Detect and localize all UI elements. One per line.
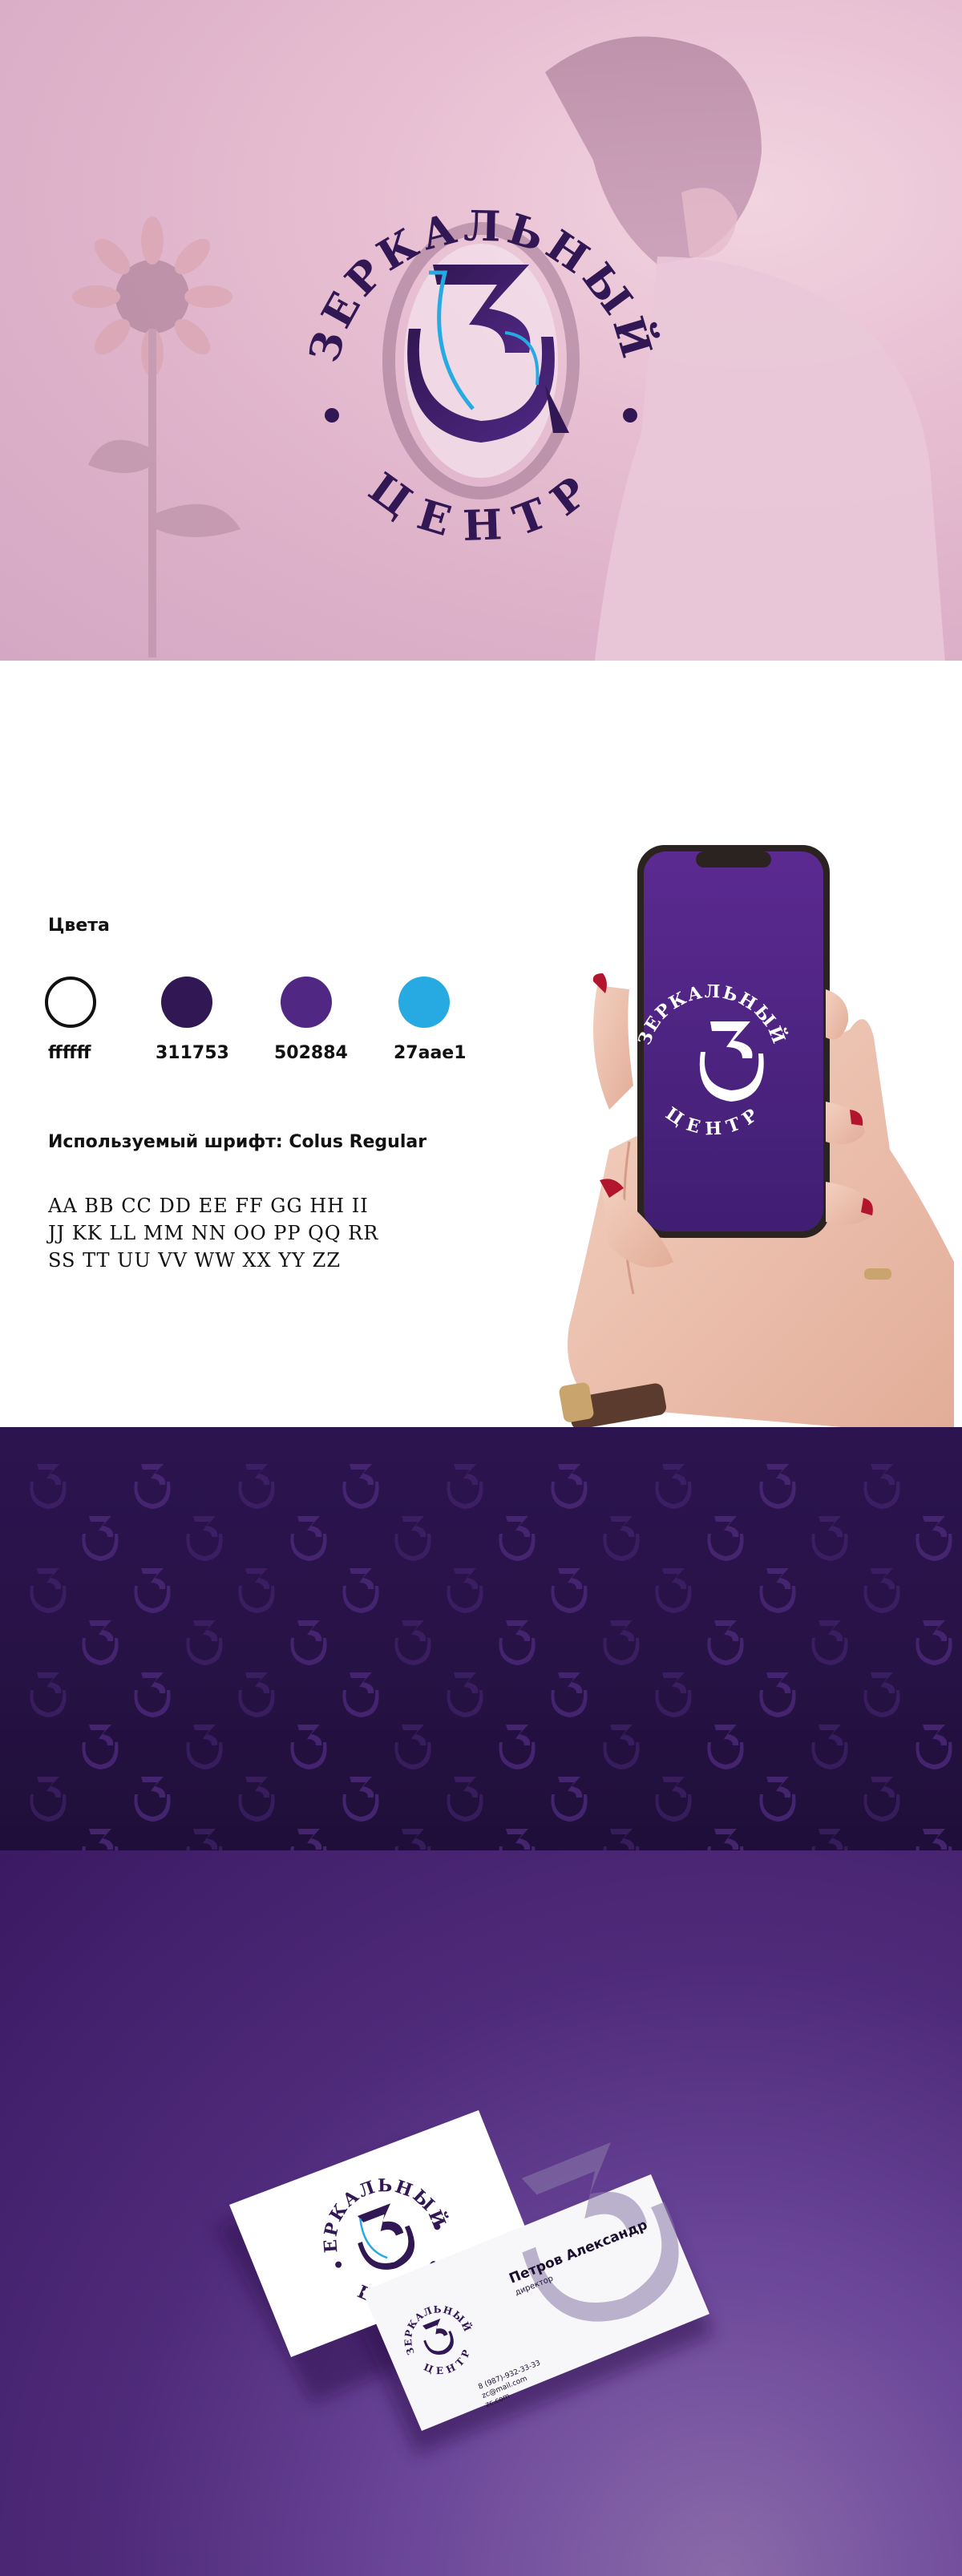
- hero-section: ЗЕРКАЛЬНЫЙ ЦЕНТР: [0, 0, 962, 661]
- pattern-monogram-icon: [394, 1725, 431, 1769]
- pattern-monogram-icon: [30, 1568, 67, 1613]
- pattern-monogram-icon: [290, 1829, 327, 1850]
- pattern-monogram-icon: [551, 1672, 588, 1717]
- pattern-monogram-icon: [134, 1672, 171, 1717]
- pattern-monogram-icon: [394, 1516, 431, 1561]
- pattern-monogram-icon: [238, 1568, 275, 1613]
- pattern-monogram-icon: [655, 1464, 692, 1509]
- pattern-monogram-icon: [759, 1672, 796, 1717]
- pattern-monogram-icon: [238, 1672, 275, 1717]
- color-label-cyan: 27aae1: [394, 1043, 467, 1063]
- pattern-monogram-icon: [30, 1672, 67, 1717]
- pattern-monogram-icon: [238, 1464, 275, 1509]
- pattern-monogram-icon: [759, 1568, 796, 1613]
- pattern-monogram-icon: [342, 1777, 379, 1822]
- pattern-monogram-icon: [186, 1725, 223, 1769]
- color-label-dark-purple: 311753: [156, 1043, 229, 1063]
- color-label-white: ffffff: [48, 1043, 91, 1063]
- monogram-pattern: [30, 1464, 952, 1850]
- pattern-monogram-icon: [134, 1568, 171, 1613]
- pattern-monogram-icon: [186, 1620, 223, 1665]
- pattern-monogram-icon: [863, 1672, 900, 1717]
- sunflower-photo: [72, 216, 240, 657]
- pattern-monogram-icon: [603, 1829, 640, 1850]
- pattern-monogram-icon: [811, 1516, 848, 1561]
- pattern-monogram-icon: [603, 1620, 640, 1665]
- pattern-monogram-icon: [863, 1568, 900, 1613]
- color-swatch-purple: [281, 977, 332, 1028]
- pattern-monogram-icon: [916, 1725, 952, 1769]
- pattern-monogram-icon: [499, 1829, 536, 1850]
- pattern-monogram-icon: [82, 1516, 119, 1561]
- business-cards-mockup: ЗЕРКАЛЬНЫЙ ЦЕНТР ЗЕРКАЛЬНЫЙ ЦЕНТР: [216, 2110, 713, 2455]
- pattern-monogram-icon: [447, 1672, 483, 1717]
- pattern-monogram-icon: [447, 1464, 483, 1509]
- pattern-monogram-icon: [499, 1725, 536, 1769]
- colors-heading: Цвета: [48, 916, 110, 936]
- pattern-monogram-icon: [551, 1464, 588, 1509]
- pattern-monogram-icon: [759, 1777, 796, 1822]
- pattern-monogram-icon: [447, 1568, 483, 1613]
- business-cards-section: ЗЕРКАЛЬНЫЙ ЦЕНТР ЗЕРКАЛЬНЫЙ ЦЕНТР: [0, 1850, 962, 2576]
- alphabet-line-1: AA BB CC DD EE FF GG HH II: [48, 1195, 369, 1217]
- brand-logo: ЗЕРКАЛЬНЫЙ ЦЕНТР: [300, 201, 661, 551]
- pattern-monogram-icon: [916, 1620, 952, 1665]
- pattern-monogram-icon: [655, 1777, 692, 1822]
- pattern-monogram-icon: [499, 1516, 536, 1561]
- pattern-monogram-icon: [551, 1777, 588, 1822]
- pattern-monogram-icon: [655, 1672, 692, 1717]
- pattern-monogram-icon: [603, 1725, 640, 1769]
- pattern-monogram-icon: [394, 1829, 431, 1850]
- color-swatch-white: [45, 977, 96, 1028]
- pattern-monogram-icon: [394, 1620, 431, 1665]
- pattern-monogram-icon: [134, 1777, 171, 1822]
- pattern-monogram-icon: [82, 1829, 119, 1850]
- pattern-monogram-icon: [30, 1777, 67, 1822]
- pattern-monogram-icon: [186, 1516, 223, 1561]
- pattern-monogram-icon: [916, 1829, 952, 1850]
- monogram-pattern-section: [0, 1427, 962, 1850]
- pattern-monogram-icon: [30, 1464, 67, 1509]
- pattern-monogram-icon: [238, 1777, 275, 1822]
- pattern-monogram-icon: [290, 1516, 327, 1561]
- phone-mockup: ЗЕРКАЛЬНЫЙ ЦЕНТР: [559, 845, 954, 1427]
- brand-guidelines-section: Цвета ffffff 311753 502884 27aae1 Исполь…: [0, 661, 962, 1427]
- pattern-monogram-icon: [447, 1777, 483, 1822]
- pattern-monogram-icon: [186, 1829, 223, 1850]
- pattern-monogram-icon: [603, 1516, 640, 1561]
- color-label-purple: 502884: [274, 1043, 348, 1063]
- pattern-monogram-icon: [134, 1464, 171, 1509]
- color-swatch-cyan: [398, 977, 450, 1028]
- pattern-monogram-icon: [82, 1620, 119, 1665]
- pattern-monogram-icon: [551, 1568, 588, 1613]
- color-swatch-dark-purple: [161, 977, 212, 1028]
- pattern-monogram-icon: [811, 1620, 848, 1665]
- pattern-monogram-icon: [863, 1464, 900, 1509]
- pattern-monogram-icon: [290, 1725, 327, 1769]
- alphabet-line-3: SS TT UU VV WW XX YY ZZ: [48, 1249, 341, 1272]
- pattern-monogram-icon: [811, 1829, 848, 1850]
- pattern-monogram-icon: [811, 1725, 848, 1769]
- pattern-monogram-icon: [759, 1464, 796, 1509]
- pattern-monogram-icon: [499, 1620, 536, 1665]
- pattern-monogram-icon: [916, 1516, 952, 1561]
- pattern-monogram-icon: [863, 1777, 900, 1822]
- alphabet-line-2: JJ KK LL MM NN OO PP QQ RR: [48, 1222, 379, 1244]
- pattern-monogram-icon: [655, 1568, 692, 1613]
- pattern-monogram-icon: [707, 1620, 744, 1665]
- pattern-monogram-icon: [82, 1725, 119, 1769]
- font-heading: Используемый шрифт: Colus Regular: [48, 1132, 427, 1152]
- pattern-monogram-icon: [290, 1620, 327, 1665]
- pattern-monogram-icon: [707, 1516, 744, 1561]
- pattern-monogram-icon: [342, 1464, 379, 1509]
- pattern-monogram-icon: [342, 1568, 379, 1613]
- pattern-monogram-icon: [342, 1672, 379, 1717]
- pattern-monogram-icon: [707, 1725, 744, 1769]
- pattern-monogram-icon: [707, 1829, 744, 1850]
